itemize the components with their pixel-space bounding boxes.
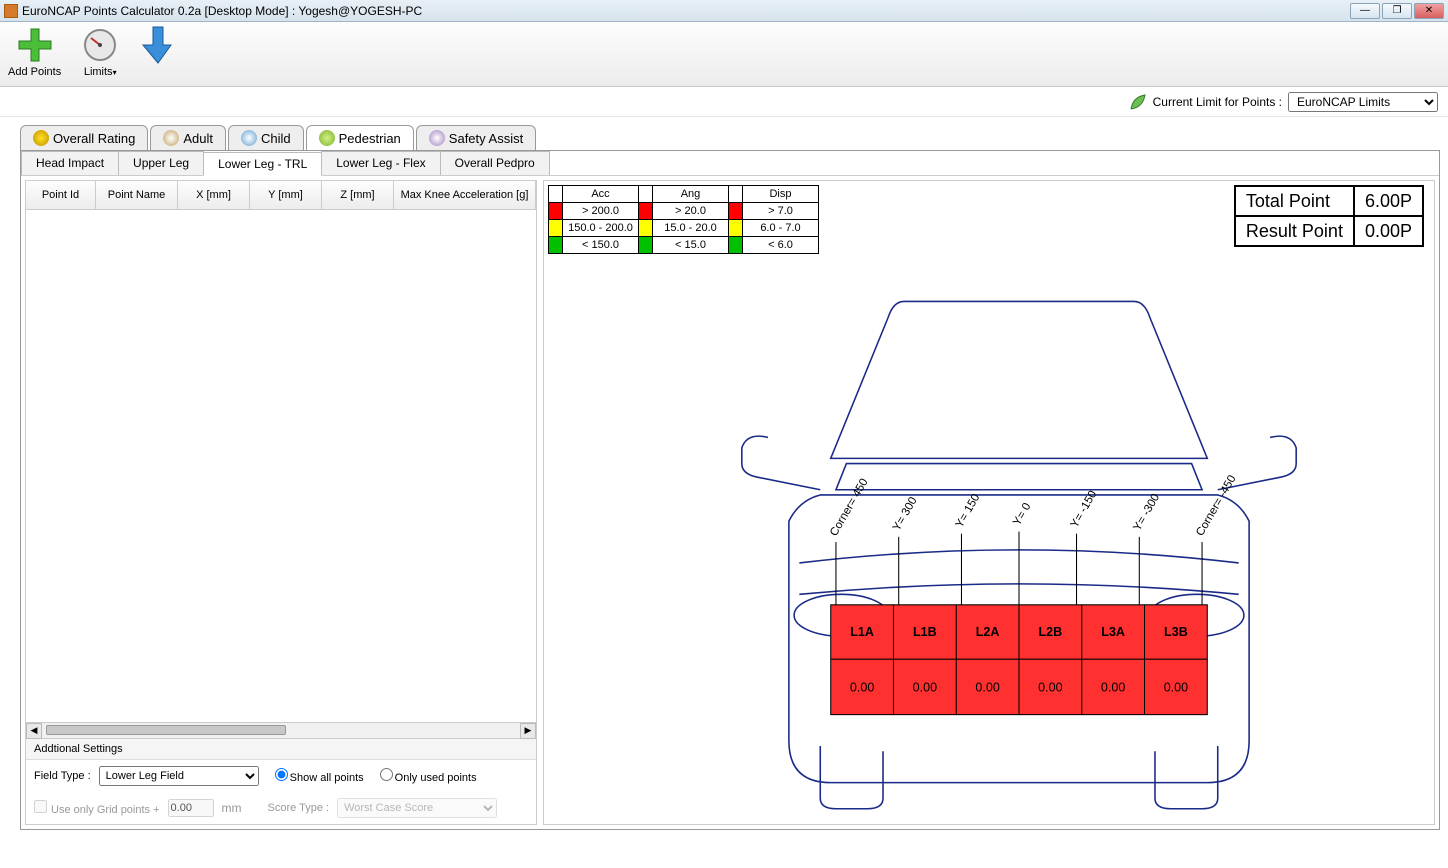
svg-text:Y= 300: Y= 300 [891,495,920,533]
limits-label: Limits▾ [84,66,117,78]
svg-text:L1B: L1B [913,625,937,639]
settings-title: Addtional Settings [26,739,536,760]
car-svg: Corner= 450 Y= 300 Y= 150 Y= 0 Y= -150 Y… [644,291,1394,814]
svg-text:0.00: 0.00 [1101,681,1125,695]
svg-text:L3B: L3B [1164,625,1188,639]
add-points-button[interactable]: Add Points [8,26,61,78]
col-max-knee[interactable]: Max Knee Acceleration [g] [394,181,536,209]
scroll-left-icon[interactable]: ◀ [26,723,42,739]
legend-table: AccAngDisp > 200.0> 20.0> 7.0 150.0 - 20… [548,185,819,254]
field-type-select[interactable]: Lower Leg Field [99,766,259,786]
tab-child[interactable]: Child [228,125,304,150]
close-button[interactable]: ✕ [1414,3,1444,19]
svg-text:Y= -300: Y= -300 [1131,492,1162,533]
svg-text:L2B: L2B [1039,625,1063,639]
svg-text:0.00: 0.00 [913,681,937,695]
col-z[interactable]: Z [mm] [322,181,394,209]
main-toolbar: Add Points Limits▾ [0,22,1448,87]
col-point-name[interactable]: Point Name [96,181,178,209]
car-diagram: Corner= 450 Y= 300 Y= 150 Y= 0 Y= -150 Y… [644,291,1394,814]
limits-button[interactable]: Limits▾ [81,26,119,78]
svg-text:L1A: L1A [850,625,874,639]
col-x[interactable]: X [mm] [178,181,250,209]
scroll-thumb[interactable] [46,725,286,735]
svg-text:L3A: L3A [1101,625,1125,639]
content-frame: Head Impact Upper Leg Lower Leg - TRL Lo… [20,150,1440,830]
result-point-label: Result Point [1235,216,1354,246]
only-used-radio[interactable]: Only used points [372,768,477,784]
window-buttons: — ❐ ✕ [1350,3,1444,19]
svg-text:Corner= 450: Corner= 450 [828,477,871,539]
plus-icon [16,26,54,64]
legend-row-red: > 200.0> 20.0> 7.0 [549,203,819,220]
down-arrow-icon [139,26,177,64]
limit-bar: Current Limit for Points : EuroNCAP Limi… [0,87,1448,117]
field-type-label: Field Type : [34,770,91,782]
subtab-overall-pedpro[interactable]: Overall Pedpro [440,151,550,175]
score-type-label: Score Type : [268,802,330,814]
scroll-right-icon[interactable]: ▶ [520,723,536,739]
arrow-button[interactable] [139,26,177,64]
svg-text:0.00: 0.00 [850,681,874,695]
add-points-label: Add Points [8,66,61,78]
gauge-icon [81,26,119,64]
grid-unit: mm [222,801,242,815]
legend-row-yellow: 150.0 - 200.015.0 - 20.06.0 - 7.0 [549,220,819,237]
svg-text:0.00: 0.00 [975,681,999,695]
subtab-lower-leg-flex[interactable]: Lower Leg - Flex [321,151,440,175]
diagram-panel: AccAngDisp > 200.0> 20.0> 7.0 150.0 - 20… [543,180,1435,825]
svg-text:Y= 0: Y= 0 [1011,501,1033,528]
points-grid-panel: Point Id Point Name X [mm] Y [mm] Z [mm]… [25,180,537,825]
col-point-id[interactable]: Point Id [26,181,96,209]
tab-pedestrian[interactable]: Pedestrian [306,125,414,150]
tab-adult[interactable]: Adult [150,125,226,150]
grid-header: Point Id Point Name X [mm] Y [mm] Z [mm]… [26,181,536,210]
tab-overall-rating[interactable]: Overall Rating [20,125,148,150]
svg-text:L2A: L2A [976,625,1000,639]
subtab-lower-leg-trl[interactable]: Lower Leg - TRL [203,152,322,176]
svg-text:Corner= -450: Corner= -450 [1194,473,1238,538]
score-box: Total Point6.00P Result Point0.00P [1234,185,1424,247]
leaf-icon [1129,93,1147,111]
total-point-value: 6.00P [1354,186,1423,216]
svg-text:0.00: 0.00 [1164,681,1188,695]
total-point-label: Total Point [1235,186,1354,216]
score-type-select[interactable]: Worst Case Score [337,798,497,818]
svg-text:0.00: 0.00 [1038,681,1062,695]
app-icon [4,4,18,18]
show-all-radio[interactable]: Show all points [267,768,364,784]
current-limit-label: Current Limit for Points : [1153,95,1282,109]
horizontal-scrollbar[interactable]: ◀ ▶ [26,722,536,738]
sub-tabs: Head Impact Upper Leg Lower Leg - TRL Lo… [21,151,1439,176]
svg-text:Y= 150: Y= 150 [954,492,983,530]
zone-grid: L1A L1B L2A L2B L3A L3B 0.00 0.00 0.00 0… [831,605,1208,715]
subtab-upper-leg[interactable]: Upper Leg [118,151,204,175]
window-title: EuroNCAP Points Calculator 0.2a [Desktop… [22,4,422,18]
result-point-value: 0.00P [1354,216,1423,246]
additional-settings: Addtional Settings Field Type : Lower Le… [26,738,536,824]
subtab-head-impact[interactable]: Head Impact [21,151,119,175]
grid-points-checkbox[interactable]: Use only Grid points + [34,800,160,816]
legend-row-green: < 150.0< 15.0< 6.0 [549,237,819,254]
maximize-button[interactable]: ❐ [1382,3,1412,19]
window-titlebar: EuroNCAP Points Calculator 0.2a [Desktop… [0,0,1448,22]
limit-select[interactable]: EuroNCAP Limits [1288,92,1438,112]
grid-points-value[interactable] [168,799,214,817]
main-tabs: Overall Rating Adult Child Pedestrian Sa… [0,117,1448,150]
grid-body[interactable] [26,210,536,722]
minimize-button[interactable]: — [1350,3,1380,19]
tab-safety-assist[interactable]: Safety Assist [416,125,536,150]
col-y[interactable]: Y [mm] [250,181,322,209]
